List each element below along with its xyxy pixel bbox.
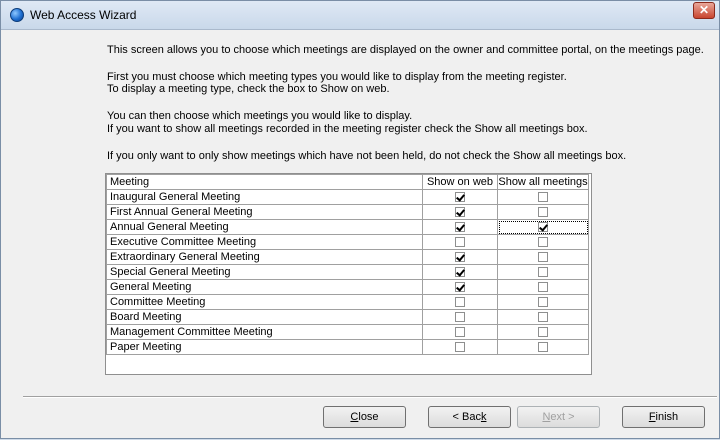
table-row[interactable]: Extraordinary General Meeting bbox=[106, 249, 589, 265]
title-bar: Web Access Wizard ✕ bbox=[1, 1, 719, 30]
show-all-meetings-checkbox[interactable] bbox=[538, 312, 548, 323]
meeting-name-cell: Special General Meeting bbox=[106, 264, 423, 280]
show-on-web-cell bbox=[422, 309, 498, 325]
table-row[interactable]: Executive Committee Meeting bbox=[106, 234, 589, 250]
intro-text-2: First you must choose which meeting type… bbox=[107, 71, 567, 83]
show-all-meetings-cell bbox=[497, 279, 589, 295]
show-all-meetings-cell bbox=[497, 264, 589, 280]
show-on-web-checkbox[interactable] bbox=[455, 252, 465, 263]
meeting-name-cell: General Meeting bbox=[106, 279, 423, 295]
show-all-meetings-cell bbox=[497, 234, 589, 250]
back-button-label: < Bac bbox=[452, 411, 481, 423]
show-all-meetings-cell bbox=[497, 189, 589, 205]
intro-text-1: This screen allows you to choose which m… bbox=[107, 44, 704, 56]
show-on-web-checkbox[interactable] bbox=[455, 312, 465, 323]
meeting-name-cell: Board Meeting bbox=[106, 309, 423, 325]
intro-text-6: If you only want to only show meetings w… bbox=[107, 150, 627, 162]
table-row[interactable]: Paper Meeting bbox=[106, 339, 589, 355]
finish-button[interactable]: Finish bbox=[622, 406, 705, 428]
show-all-meetings-checkbox[interactable] bbox=[538, 252, 548, 263]
show-all-meetings-checkbox[interactable] bbox=[538, 267, 548, 278]
wizard-content: This screen allows you to choose which m… bbox=[1, 30, 719, 440]
show-on-web-checkbox[interactable] bbox=[455, 342, 465, 353]
column-header-meeting[interactable]: Meeting bbox=[106, 174, 423, 190]
show-on-web-cell bbox=[422, 339, 498, 355]
meeting-name-cell: Paper Meeting bbox=[106, 339, 423, 355]
close-button[interactable]: Close bbox=[323, 406, 406, 428]
show-on-web-cell bbox=[422, 294, 498, 310]
table-row[interactable]: First Annual General Meeting bbox=[106, 204, 589, 220]
button-separator bbox=[23, 396, 717, 398]
meeting-name-cell: Inaugural General Meeting bbox=[106, 189, 423, 205]
window-close-button[interactable]: ✕ bbox=[693, 2, 715, 19]
show-all-meetings-cell bbox=[497, 204, 589, 220]
show-on-web-checkbox[interactable] bbox=[455, 237, 465, 248]
intro-text-3: To display a meeting type, check the box… bbox=[107, 83, 390, 95]
show-all-meetings-cell bbox=[497, 219, 589, 235]
meetings-table-body: Inaugural General Meeting First Annual Ge… bbox=[106, 189, 589, 355]
show-on-web-cell bbox=[422, 234, 498, 250]
window-title: Web Access Wizard bbox=[30, 8, 137, 22]
show-all-meetings-cell bbox=[497, 324, 589, 340]
show-all-meetings-checkbox[interactable] bbox=[538, 282, 548, 293]
show-on-web-checkbox[interactable] bbox=[455, 282, 465, 293]
meetings-grid: Meeting Show on web Show all meetings In… bbox=[105, 173, 592, 375]
meeting-name-cell: Committee Meeting bbox=[106, 294, 423, 310]
table-row[interactable]: Committee Meeting bbox=[106, 294, 589, 310]
table-row[interactable]: Annual General Meeting bbox=[106, 219, 589, 235]
table-row[interactable]: General Meeting bbox=[106, 279, 589, 295]
show-on-web-cell bbox=[422, 249, 498, 265]
show-all-meetings-checkbox[interactable] bbox=[538, 222, 548, 233]
show-on-web-cell bbox=[422, 279, 498, 295]
show-all-meetings-cell bbox=[497, 249, 589, 265]
next-button-label: ext > bbox=[550, 411, 575, 423]
meeting-name-cell: Annual General Meeting bbox=[106, 219, 423, 235]
show-all-meetings-cell bbox=[497, 309, 589, 325]
show-on-web-cell bbox=[422, 204, 498, 220]
table-row[interactable]: Special General Meeting bbox=[106, 264, 589, 280]
back-button[interactable]: < Back bbox=[428, 406, 511, 428]
show-on-web-cell bbox=[422, 324, 498, 340]
intro-text-5: If you want to show all meetings recorde… bbox=[107, 123, 588, 135]
next-button[interactable]: Next > bbox=[517, 406, 600, 428]
finish-button-mnemonic: F bbox=[648, 411, 656, 423]
show-all-meetings-cell bbox=[497, 294, 589, 310]
show-all-meetings-checkbox[interactable] bbox=[538, 297, 548, 308]
meeting-name-cell: Extraordinary General Meeting bbox=[106, 249, 423, 265]
show-on-web-cell bbox=[422, 219, 498, 235]
show-on-web-checkbox[interactable] bbox=[455, 192, 465, 203]
finish-button-label: inish bbox=[655, 411, 679, 423]
show-on-web-checkbox[interactable] bbox=[455, 207, 465, 218]
meeting-name-cell: First Annual General Meeting bbox=[106, 204, 423, 220]
show-on-web-checkbox[interactable] bbox=[455, 222, 465, 233]
show-on-web-checkbox[interactable] bbox=[455, 267, 465, 278]
meeting-name-cell: Executive Committee Meeting bbox=[106, 234, 423, 250]
meeting-name-cell: Management Committee Meeting bbox=[106, 324, 423, 340]
show-all-meetings-checkbox[interactable] bbox=[538, 327, 548, 338]
show-on-web-cell bbox=[422, 189, 498, 205]
table-row[interactable]: Inaugural General Meeting bbox=[106, 189, 589, 205]
table-row[interactable]: Board Meeting bbox=[106, 309, 589, 325]
column-header-show-on-web[interactable]: Show on web bbox=[422, 174, 498, 190]
wizard-window: Web Access Wizard ✕ This screen allows y… bbox=[0, 0, 720, 439]
back-button-mnemonic: k bbox=[480, 411, 487, 423]
show-on-web-cell bbox=[422, 264, 498, 280]
table-row[interactable]: Management Committee Meeting bbox=[106, 324, 589, 340]
show-all-meetings-checkbox[interactable] bbox=[538, 237, 548, 248]
intro-text-4: You can then choose which meetings you w… bbox=[107, 110, 413, 122]
app-globe-icon bbox=[10, 8, 24, 22]
column-header-show-all-meetings[interactable]: Show all meetings bbox=[497, 174, 589, 190]
meetings-table: Meeting Show on web Show all meetings In… bbox=[106, 174, 589, 355]
show-all-meetings-checkbox[interactable] bbox=[538, 342, 548, 353]
show-all-meetings-cell bbox=[497, 339, 589, 355]
show-on-web-checkbox[interactable] bbox=[455, 327, 465, 338]
close-button-label: lose bbox=[358, 411, 379, 423]
show-all-meetings-checkbox[interactable] bbox=[538, 192, 548, 203]
show-on-web-checkbox[interactable] bbox=[455, 297, 465, 308]
show-all-meetings-checkbox[interactable] bbox=[538, 207, 548, 218]
